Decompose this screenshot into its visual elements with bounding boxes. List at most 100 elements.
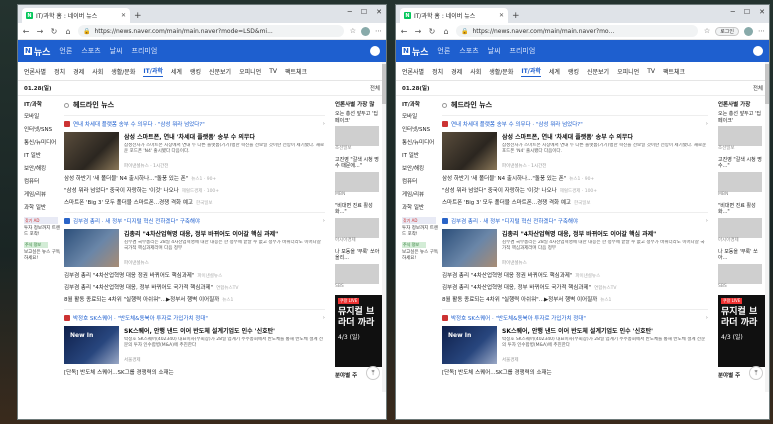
related-article-title[interactable]: "삼성 뭐라 넘었다" 중국이 자랑하는 '이것' 나오나 (442, 188, 557, 194)
ranking-item-thumbnail[interactable] (335, 171, 379, 192)
favorites-icon[interactable]: ☆ (350, 27, 356, 35)
section-tab-6[interactable]: 세계 (549, 67, 560, 76)
ranking-item-text[interactable]: 고진영 "갈색 시청 명수 때문에..." (335, 157, 382, 170)
scrollbar[interactable] (382, 62, 386, 392)
chevron-right-icon[interactable]: › (323, 121, 325, 127)
home-icon[interactable]: ⌂ (442, 27, 450, 36)
cluster-header-text[interactable]: 박정호 SK스퀘어 · "반도체&동북아 투자로 가입가치 정대" (451, 314, 586, 322)
left-nav-item-6[interactable]: 게임/리뷰 (402, 190, 438, 198)
scrollbar-thumb[interactable] (765, 64, 769, 104)
ad2-text[interactable]: 보고싶은 뉴스 구독하세요! (402, 250, 438, 262)
minimize-icon[interactable]: ─ (731, 8, 735, 16)
related-article-title[interactable]: [단독] 반도체 스퀘어...SK그룹 경쟁력의 소재는 (442, 370, 552, 376)
cluster-main-article[interactable]: 김총리 "4차산업혁명 대응, 정부 바뀌어도 이어갈 핵심 과제" 김부겸 국무… (442, 229, 708, 267)
article-title[interactable]: 김총리 "4차산업혁명 대응, 정부 바뀌어도 이어갈 핵심 과제" (502, 229, 708, 238)
view-all-link[interactable]: 전체 (370, 84, 380, 92)
related-article[interactable]: 스마트폰 'Big 3' 모두 폴더블 스마트폰...경쟁 격화 예고 한국일보 (442, 198, 708, 206)
ranking-item[interactable]: "비대면 진료 활성화..." 아시아경제 (718, 203, 765, 244)
left-nav-item-4[interactable]: 보안/해킹 (24, 164, 60, 172)
related-article[interactable]: 김부겸 총리 "4차산업혁명 대응 정권 바뀌어도 핵심과제" 파이낸셜뉴스 (64, 271, 325, 279)
ad2-text[interactable]: 보고싶은 뉴스 구독하세요! (24, 250, 60, 262)
left-nav-item-7[interactable]: 과학 일반 (24, 203, 60, 211)
related-article[interactable]: 김부겸 총리 "4차산업혁명 대응, 정부 바뀌어도 국가적 핵심과제" 연합뉴스… (442, 283, 708, 291)
live-ad-banner[interactable]: 쿠팡 LIVE 뮤지컬 브라더 까라 4/3 (일) (718, 295, 766, 368)
cluster-header-text[interactable]: 연내 차세대 플랫폼 송부 수 의무다 · "삼성 뭐라 넘었다?" (451, 120, 583, 128)
profile-avatar[interactable] (744, 26, 753, 36)
section-tab-9[interactable]: 오피니언 (239, 67, 261, 76)
ad-label[interactable]: 찾기 AD (24, 217, 58, 224)
related-article[interactable]: [단독] 반도체 스퀘어...SK그룹 경쟁력의 소재는 (64, 368, 325, 376)
ranking-item[interactable]: 오는 총선 앞두고 '딥페이크' 조선일보 (335, 111, 382, 152)
url-field[interactable]: 🔒 https://news.naver.com/main/main.naver… (78, 25, 344, 37)
view-all-link[interactable]: 전체 (753, 84, 763, 92)
related-article-title[interactable]: 김부겸 총리 "4차산업혁명 대응 정권 바뀌어도 핵심과제" (442, 273, 572, 279)
ranking-item[interactable]: 오는 총선 앞두고 '딥페이크' 조선일보 (718, 111, 765, 152)
left-nav-item-0[interactable]: 모바일 (24, 112, 60, 120)
article-title[interactable]: SK스퀘어, 안행 낸드 이어 반도체 설계기업도 인수 '신호탄' (502, 326, 708, 335)
related-article-title[interactable]: 스마트폰 'Big 3' 모두 폴더블 스마트폰...경쟁 격화 예고 (442, 200, 571, 206)
cluster-header-text[interactable]: 연내 차세대 플랫폼 송부 수 의무다 · "삼성 뭐라 넘었다?" (73, 120, 205, 128)
chevron-right-icon[interactable]: › (706, 218, 708, 224)
ad2-label[interactable]: 주식 정보 (402, 241, 426, 248)
article-thumbnail[interactable] (64, 132, 119, 170)
section-tab-2[interactable]: 경제 (73, 67, 84, 76)
ranking-item-text[interactable]: "비대면 진료 활성화..." (718, 203, 765, 216)
left-nav-item-4[interactable]: 보안/해킹 (402, 164, 438, 172)
cluster-main-article[interactable]: New In SK스퀘어, 안행 낸드 이어 반도체 설계기업도 인수 '신호탄'… (64, 326, 325, 364)
related-article-title[interactable]: 삼성 하반기 '새 폴더블' N4 출시하나..."돌풍 있는 폰" (442, 176, 566, 182)
article-title[interactable]: SK스퀘어, 안행 낸드 이어 반도체 설계기업도 인수 '신호탄' (124, 326, 325, 335)
section-tab-10[interactable]: TV (269, 68, 277, 75)
left-nav-item-7[interactable]: 과학 일반 (402, 203, 438, 211)
section-tab-4[interactable]: 생활/문화 (489, 67, 513, 76)
new-tab-button[interactable]: + (134, 11, 142, 21)
cluster-header[interactable]: 김부겸 총리 · 새 정부 "디지털 혁신 전하겠다" 구축해야 › (64, 217, 325, 225)
section-tab-7[interactable]: 랭킹 (190, 67, 201, 76)
related-article-title[interactable]: 삼성 하반기 '새 폴더블' N4 출시하나..."돌풍 있는 폰" (64, 176, 188, 182)
section-tab-0[interactable]: 언론사별 (24, 67, 46, 76)
cluster-header[interactable]: 연내 차세대 플랫폼 송부 수 의무다 · "삼성 뭐라 넘었다?" › (442, 120, 708, 128)
ranking-item-thumbnail[interactable] (335, 217, 379, 238)
section-tab-1[interactable]: 정치 (54, 67, 65, 76)
top-tab-1[interactable]: 스포츠 (459, 46, 478, 56)
back-icon[interactable]: ← (22, 27, 30, 36)
related-article-title[interactable]: 스마트폰 'Big 3' 모두 폴더블 스마트폰...경쟁 격화 예고 (64, 200, 193, 206)
related-article-title[interactable]: 김부겸 총리 "4차산업혁명 대응 정권 바뀌어도 핵심과제" (64, 273, 194, 279)
browser-tab[interactable]: N IT/과학 홈 : 네이버 뉴스 ✕ (400, 8, 508, 23)
ad-text[interactable]: 투자 정보까지 트렌드 포착! (24, 226, 60, 238)
top-tab-3[interactable]: 프리미엄 (510, 46, 536, 56)
cluster-header-text[interactable]: 박정호 SK스퀘어 · "반도체&동북아 투자로 가입가치 정대" (73, 314, 208, 322)
section-tab-11[interactable]: 팩트체크 (285, 67, 307, 76)
header-menu-icon[interactable] (753, 46, 763, 56)
related-article[interactable]: "삼성 뭐라 넘었다" 중국이 자랑하는 '이것' 나오나 헤럴드경제 · 100… (442, 186, 708, 194)
close-window-icon[interactable]: ✕ (376, 8, 382, 16)
top-tab-0[interactable]: 언론 (59, 46, 72, 56)
cluster-main-article[interactable]: 삼성 스마트폰, 연내 '차세대 플랫폼' 송부 수 의무다 삼성전자가 스마트폰… (442, 132, 708, 170)
top-tab-1[interactable]: 스포츠 (81, 46, 100, 56)
section-tab-8[interactable]: 신문보기 (209, 67, 231, 76)
section-tab-2[interactable]: 경제 (451, 67, 462, 76)
related-article[interactable]: 8월 활동 종료되는 4차위 "실행력 아쉬워"...▶정부서 행벽 이어질까 뉴… (442, 295, 708, 303)
ranking-item-thumbnail[interactable] (718, 171, 762, 192)
related-article[interactable]: 삼성 하반기 '새 폴더블' N4 출시하나..."돌풍 있는 폰" 뉴스1 · … (442, 174, 708, 182)
close-window-icon[interactable]: ✕ (759, 8, 765, 16)
left-nav-item-3[interactable]: IT 일반 (24, 151, 60, 159)
more-menu-icon[interactable]: ⋯ (375, 27, 382, 35)
article-title[interactable]: 삼성 스마트폰, 연내 '차세대 플랫폼' 송부 수 의무다 (502, 132, 708, 141)
ad2-label[interactable]: 주식 정보 (24, 241, 48, 248)
ranking-item-thumbnail[interactable] (718, 263, 762, 284)
related-article-title[interactable]: 김부겸 총리 "4차산업혁명 대응, 정부 바뀌어도 국가적 핵심과제" (64, 285, 213, 291)
article-thumbnail[interactable]: New In (64, 326, 119, 364)
ranking-item[interactable]: 고진영 "갈색 시청 명수 때문에..." MBN (335, 157, 382, 198)
home-icon[interactable]: ⌂ (64, 27, 72, 36)
cluster-header-text[interactable]: 김부겸 총리 · 새 정부 "디지털 혁신 전하겠다" 구축해야 (451, 217, 578, 225)
left-nav-item-5[interactable]: 컴퓨터 (24, 177, 60, 185)
ad-text[interactable]: 투자 정보까지 트렌드 포착! (402, 226, 438, 238)
scroll-top-icon[interactable]: ⤒ (366, 366, 380, 380)
section-tab-3[interactable]: 사회 (470, 67, 481, 76)
naver-news-logo[interactable]: N 뉴스 (24, 45, 50, 58)
maximize-icon[interactable]: ☐ (361, 8, 367, 16)
favorites-icon[interactable]: ☆ (704, 27, 710, 35)
scrollbar[interactable] (765, 62, 769, 392)
related-article[interactable]: 삼성 하반기 '새 폴더블' N4 출시하나..."돌풍 있는 폰" 뉴스1 · … (64, 174, 325, 182)
top-tab-3[interactable]: 프리미엄 (132, 46, 158, 56)
